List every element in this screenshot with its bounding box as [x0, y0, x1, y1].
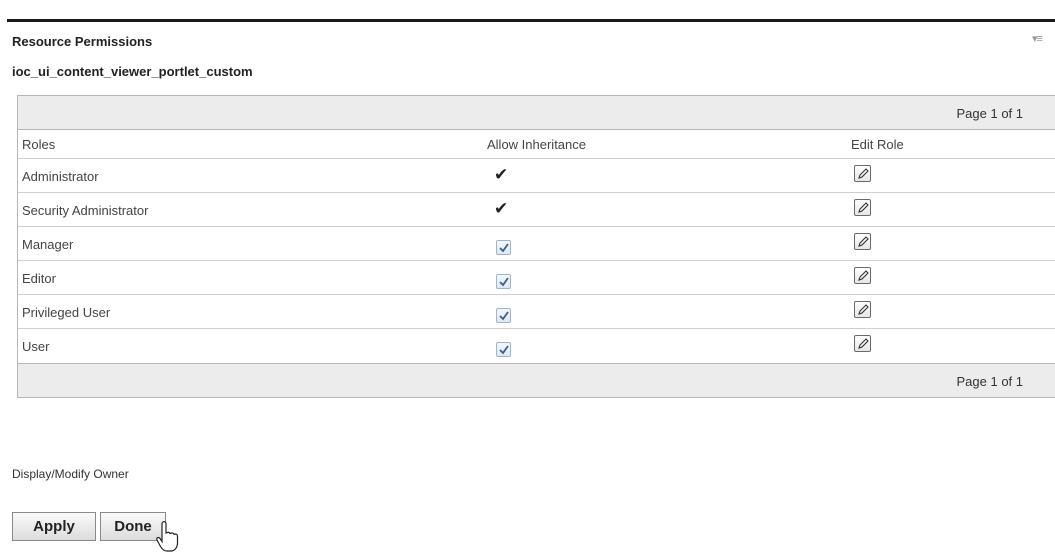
role-name: Privileged User [22, 305, 111, 320]
resource-name: ioc_ui_content_viewer_portlet_custom [12, 64, 253, 79]
table-row: Administrator ✔ [18, 159, 1055, 193]
pager-bottom: Page 1 of 1 [18, 363, 1055, 398]
pager-text-bottom: Page 1 of 1 [956, 374, 1024, 389]
edit-role-button[interactable] [854, 267, 871, 284]
table-header-row: Roles Allow Inheritance Edit Role [18, 130, 1055, 159]
role-name: User [22, 339, 50, 354]
portlet-title: Resource Permissions [12, 34, 153, 49]
pencil-icon [858, 304, 869, 315]
role-name: Administrator [22, 169, 99, 184]
checkbox-check-icon [499, 277, 509, 287]
checkbox-check-icon [499, 345, 509, 355]
pencil-icon [858, 168, 869, 179]
table-row: Privileged User [18, 295, 1055, 329]
table-row: Security Administrator ✔ [18, 193, 1055, 227]
role-name: Manager [22, 237, 74, 252]
check-mark-icon: ✔ [494, 199, 509, 218]
pager-text-top: Page 1 of 1 [956, 106, 1024, 121]
mouse-cursor-icon [156, 521, 179, 552]
pencil-icon [858, 338, 869, 349]
inheritance-checkbox[interactable] [496, 342, 511, 357]
pencil-icon [858, 236, 869, 247]
pencil-icon [858, 202, 869, 213]
checkbox-check-icon [499, 243, 509, 253]
edit-role-button[interactable] [854, 335, 871, 352]
role-name: Editor [22, 271, 56, 286]
table-row: User [18, 329, 1055, 363]
inheritance-checkbox[interactable] [496, 308, 511, 323]
pager-top: Page 1 of 1 [18, 95, 1055, 130]
inheritance-checkbox[interactable] [496, 240, 511, 255]
role-name: Security Administrator [22, 203, 149, 218]
header-roles: Roles [22, 137, 56, 152]
portlet-menu-icon[interactable]: ▾≡ [1032, 32, 1043, 45]
edit-role-button[interactable] [854, 199, 871, 216]
table-row: Manager [18, 227, 1055, 261]
edit-role-button[interactable] [854, 233, 871, 250]
top-rule [7, 19, 1055, 22]
table-row: Editor [18, 261, 1055, 295]
permissions-table: Page 1 of 1 Roles Allow Inheritance Edit… [17, 95, 1055, 398]
display-modify-owner-link[interactable]: Display/Modify Owner [12, 467, 129, 481]
edit-role-button[interactable] [854, 301, 871, 318]
edit-role-button[interactable] [854, 165, 871, 182]
pencil-icon [858, 270, 869, 281]
checkbox-check-icon [499, 311, 509, 321]
apply-button[interactable]: Apply [12, 512, 96, 541]
header-edit-role: Edit Role [851, 137, 904, 152]
inheritance-checkbox[interactable] [496, 274, 511, 289]
header-allow-inheritance: Allow Inheritance [487, 137, 586, 152]
check-mark-icon: ✔ [494, 165, 509, 184]
